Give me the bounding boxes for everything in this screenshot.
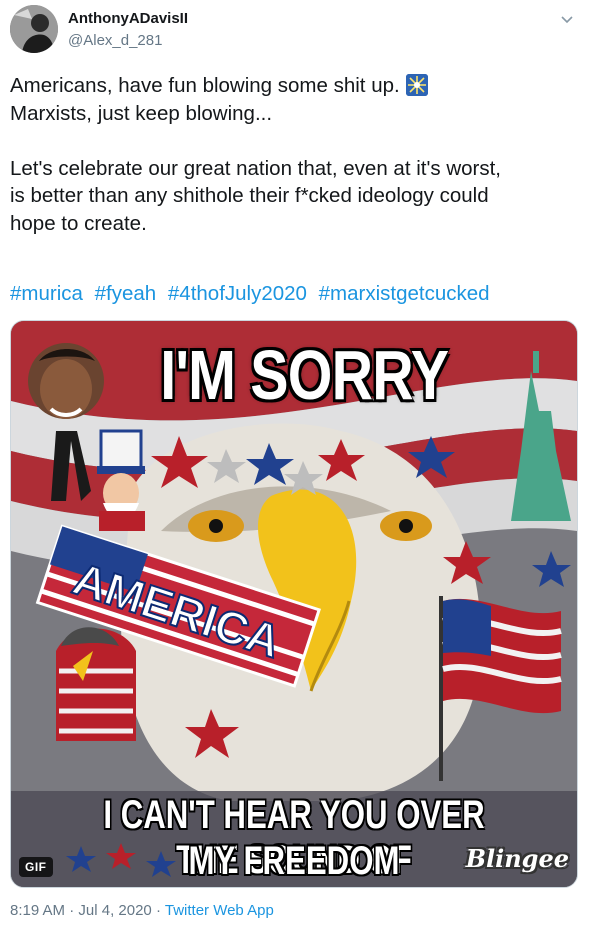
hashtag-link[interactable]: #marxistgetcucked (319, 282, 490, 305)
tweet: AnthonyADavisII @Alex_d_281 Americans, h… (0, 0, 590, 928)
hashtag-link[interactable]: #4thofJuly2020 (168, 282, 307, 305)
author-avatar[interactable] (10, 5, 58, 53)
blingee-watermark: Blingee (465, 844, 569, 873)
tweet-line: hope to create. (10, 211, 147, 235)
author-handle[interactable]: @Alex_d_281 (68, 32, 162, 49)
chevron-down-icon (561, 16, 573, 24)
avatar-photo-icon (10, 5, 58, 53)
hashtag-link[interactable]: #fyeah (95, 282, 157, 305)
hashtag-link[interactable]: #murica (10, 282, 83, 305)
tweet-footer: 8:19 AM · Jul 4, 2020 · Twitter Web App (10, 902, 274, 919)
tweet-date[interactable]: Jul 4, 2020 (78, 902, 151, 919)
tweet-line: is better than any shithole their f*cked… (10, 184, 489, 207)
tweet-text: Americans, have fun blowing some shit up… (10, 72, 575, 237)
tweet-time[interactable]: 8:19 AM (10, 902, 65, 919)
footer-separator: · (155, 902, 161, 919)
tweet-line: Marxists, just keep blowing... (10, 101, 273, 125)
author-display-name[interactable]: AnthonyADavisII (68, 10, 188, 27)
tweet-source-link[interactable]: Twitter Web App (165, 902, 274, 919)
meme-bottom-text-2: MY FREEDOM (188, 839, 400, 883)
tweet-media-gif[interactable]: AMERICA I'M SORRY I CAN'T HEAR YOU OVER … (10, 320, 578, 888)
gif-badge: GIF (19, 857, 53, 877)
tweet-line: Americans, have fun blowing some shit up… (10, 72, 575, 100)
more-options-button[interactable] (558, 10, 576, 28)
hashtag-list: #murica #fyeah #4thofJuly2020 #marxistge… (10, 282, 496, 306)
tweet-line: Let's celebrate our great nation that, e… (10, 156, 501, 180)
footer-separator: · (69, 902, 75, 919)
sparkler-emoji-icon (405, 74, 428, 96)
meme-top-text: I'M SORRY (160, 336, 449, 414)
